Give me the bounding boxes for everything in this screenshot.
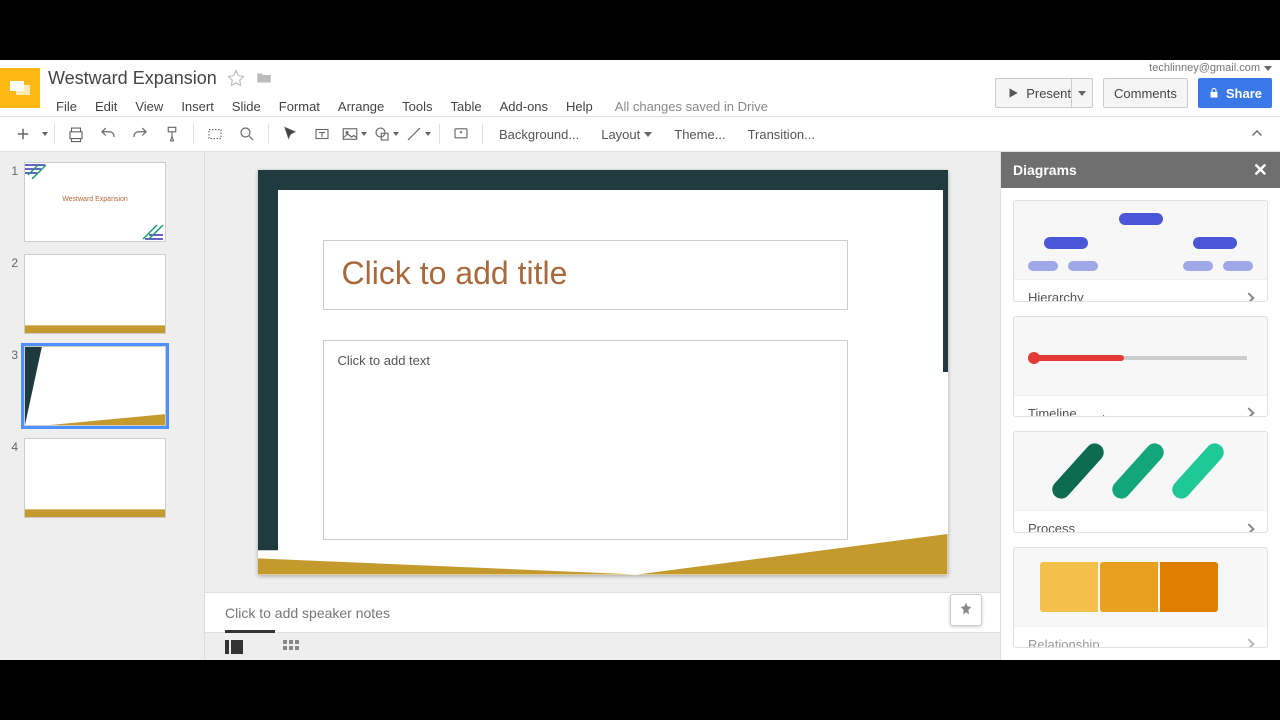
menu-edit[interactable]: Edit (87, 95, 125, 118)
card-label: Relationship (1028, 637, 1100, 649)
diagrams-sidebar: Diagrams ✕ Hierarchy (1000, 152, 1280, 660)
present-button[interactable]: Present (995, 78, 1081, 108)
diagram-card-process[interactable]: Process (1013, 431, 1268, 533)
card-label: Timeline (1028, 406, 1077, 418)
collapse-toolbar-icon[interactable] (1242, 120, 1272, 148)
thumb-number: 4 (4, 438, 18, 454)
toolbar: Background... Layout Theme... Transition… (0, 116, 1280, 152)
menu-table[interactable]: Table (443, 95, 490, 118)
menu-addons[interactable]: Add-ons (492, 95, 556, 118)
slide-thumb-3[interactable] (24, 346, 166, 426)
save-status: All changes saved in Drive (615, 99, 768, 114)
paint-format-icon[interactable] (157, 120, 187, 148)
process-preview (1014, 432, 1267, 510)
present-dropdown[interactable] (1071, 78, 1093, 108)
menu-file[interactable]: File (48, 95, 85, 118)
filmstrip-view-icon[interactable] (225, 640, 243, 654)
relationship-preview (1014, 548, 1267, 626)
slide-thumb-2[interactable] (24, 254, 166, 334)
comment-icon[interactable] (446, 120, 476, 148)
notes-placeholder: Click to add speaker notes (225, 605, 390, 621)
card-label: Process (1028, 521, 1075, 533)
comments-button[interactable]: Comments (1103, 78, 1188, 108)
canvas-area: Click to add title Click to add text Cli… (205, 152, 1000, 660)
star-icon[interactable] (227, 69, 245, 87)
chevron-right-icon (1243, 407, 1254, 417)
view-footer (205, 632, 1000, 660)
user-account[interactable]: techlinney@gmail.com (1149, 62, 1272, 74)
new-slide-button[interactable] (8, 120, 38, 148)
sidebar-title: Diagrams (1013, 162, 1077, 178)
menu-help[interactable]: Help (558, 95, 601, 118)
sidebar-header: Diagrams ✕ (1001, 152, 1280, 188)
caret-down-icon (1264, 66, 1272, 71)
image-icon[interactable] (339, 120, 369, 148)
title-placeholder[interactable]: Click to add title (323, 240, 848, 310)
menu-slide[interactable]: Slide (224, 95, 269, 118)
slide-thumbnails: 1 Westward Expansion 2 3 4 (0, 152, 205, 660)
undo-icon[interactable] (93, 120, 123, 148)
textbox-icon[interactable] (307, 120, 337, 148)
chevron-right-icon (1243, 292, 1254, 302)
speaker-notes[interactable]: Click to add speaker notes (205, 592, 1000, 632)
menu-arrange[interactable]: Arrange (330, 95, 392, 118)
body-placeholder[interactable]: Click to add text (323, 340, 848, 540)
app-logo[interactable] (0, 68, 40, 108)
slide-thumb-1[interactable]: Westward Expansion (24, 162, 166, 242)
doc-title[interactable]: Westward Expansion (48, 68, 217, 89)
close-icon[interactable]: ✕ (1253, 160, 1268, 181)
menu-view[interactable]: View (127, 95, 171, 118)
new-slide-dropdown[interactable] (42, 132, 48, 136)
share-button[interactable]: Share (1198, 78, 1272, 108)
folder-icon[interactable] (255, 69, 273, 87)
chevron-right-icon (1243, 638, 1254, 648)
diagram-card-relationship[interactable]: Relationship (1013, 547, 1268, 649)
header: Westward Expansion File Edit View Insert… (0, 60, 1280, 116)
hierarchy-preview (1014, 201, 1267, 279)
thumb-number: 2 (4, 254, 18, 270)
print-icon[interactable] (61, 120, 91, 148)
layout-button[interactable]: Layout (591, 127, 662, 142)
diagram-card-timeline[interactable]: Timeline (1013, 316, 1268, 418)
menu-format[interactable]: Format (271, 95, 328, 118)
thumb-number: 1 (4, 162, 18, 178)
chevron-right-icon (1243, 523, 1254, 533)
select-icon[interactable] (275, 120, 305, 148)
shape-icon[interactable] (371, 120, 401, 148)
explore-button[interactable] (950, 594, 982, 626)
timeline-preview (1014, 317, 1267, 395)
grid-view-icon[interactable] (283, 640, 299, 654)
present-label: Present (1026, 86, 1071, 101)
slide-thumb-4[interactable] (24, 438, 166, 518)
thumb-number: 3 (4, 346, 18, 362)
menu-insert[interactable]: Insert (173, 95, 222, 118)
line-icon[interactable] (403, 120, 433, 148)
thumb1-title: Westward Expansion (25, 196, 165, 203)
redo-icon[interactable] (125, 120, 155, 148)
card-label: Hierarchy (1028, 290, 1084, 302)
transition-button[interactable]: Transition... (738, 127, 825, 142)
theme-button[interactable]: Theme... (664, 127, 735, 142)
menu-tools[interactable]: Tools (394, 95, 440, 118)
user-email: techlinney@gmail.com (1149, 62, 1260, 74)
background-button[interactable]: Background... (489, 127, 589, 142)
diagram-card-hierarchy[interactable]: Hierarchy (1013, 200, 1268, 302)
slide-canvas[interactable]: Click to add title Click to add text (258, 170, 948, 575)
fit-icon[interactable] (200, 120, 230, 148)
zoom-icon[interactable] (232, 120, 262, 148)
